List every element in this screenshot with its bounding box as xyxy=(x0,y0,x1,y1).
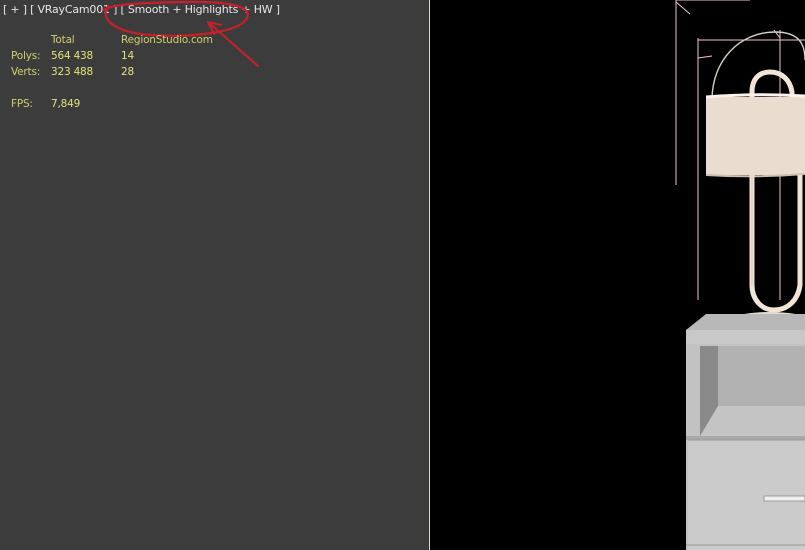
fps-value: 7,849 xyxy=(51,98,81,110)
polys-label: Polys: xyxy=(11,50,41,62)
lamp-stem-loop xyxy=(749,175,803,313)
nightstand xyxy=(686,314,805,550)
scene-render xyxy=(675,0,805,550)
polys-selection: 14 xyxy=(121,50,134,62)
stats-selection-header: RegionStudio.com xyxy=(121,34,213,46)
viewport-shading-menu[interactable]: [ Smooth + Highlights + HW ] xyxy=(120,3,280,16)
viewport-label: [ + ] [ VRayCam001 ] [ Smooth + Highligh… xyxy=(3,3,280,16)
verts-selection: 28 xyxy=(121,66,134,78)
lamp-shade xyxy=(706,97,805,175)
viewport-left-stats-panel[interactable]: [ + ] [ VRayCam001 ] [ Smooth + Highligh… xyxy=(0,0,429,550)
fps-label: FPS: xyxy=(11,98,33,110)
stats-total-header: Total xyxy=(51,34,75,46)
viewport-menu-plus[interactable]: [ + ] xyxy=(3,3,27,16)
viewport-right-camera-view[interactable] xyxy=(430,0,805,550)
verts-label: Verts: xyxy=(11,66,41,78)
viewport-camera-menu[interactable]: [ VRayCam001 ] xyxy=(30,3,117,16)
verts-total: 323 488 xyxy=(51,66,94,78)
polys-total: 564 438 xyxy=(51,50,94,62)
